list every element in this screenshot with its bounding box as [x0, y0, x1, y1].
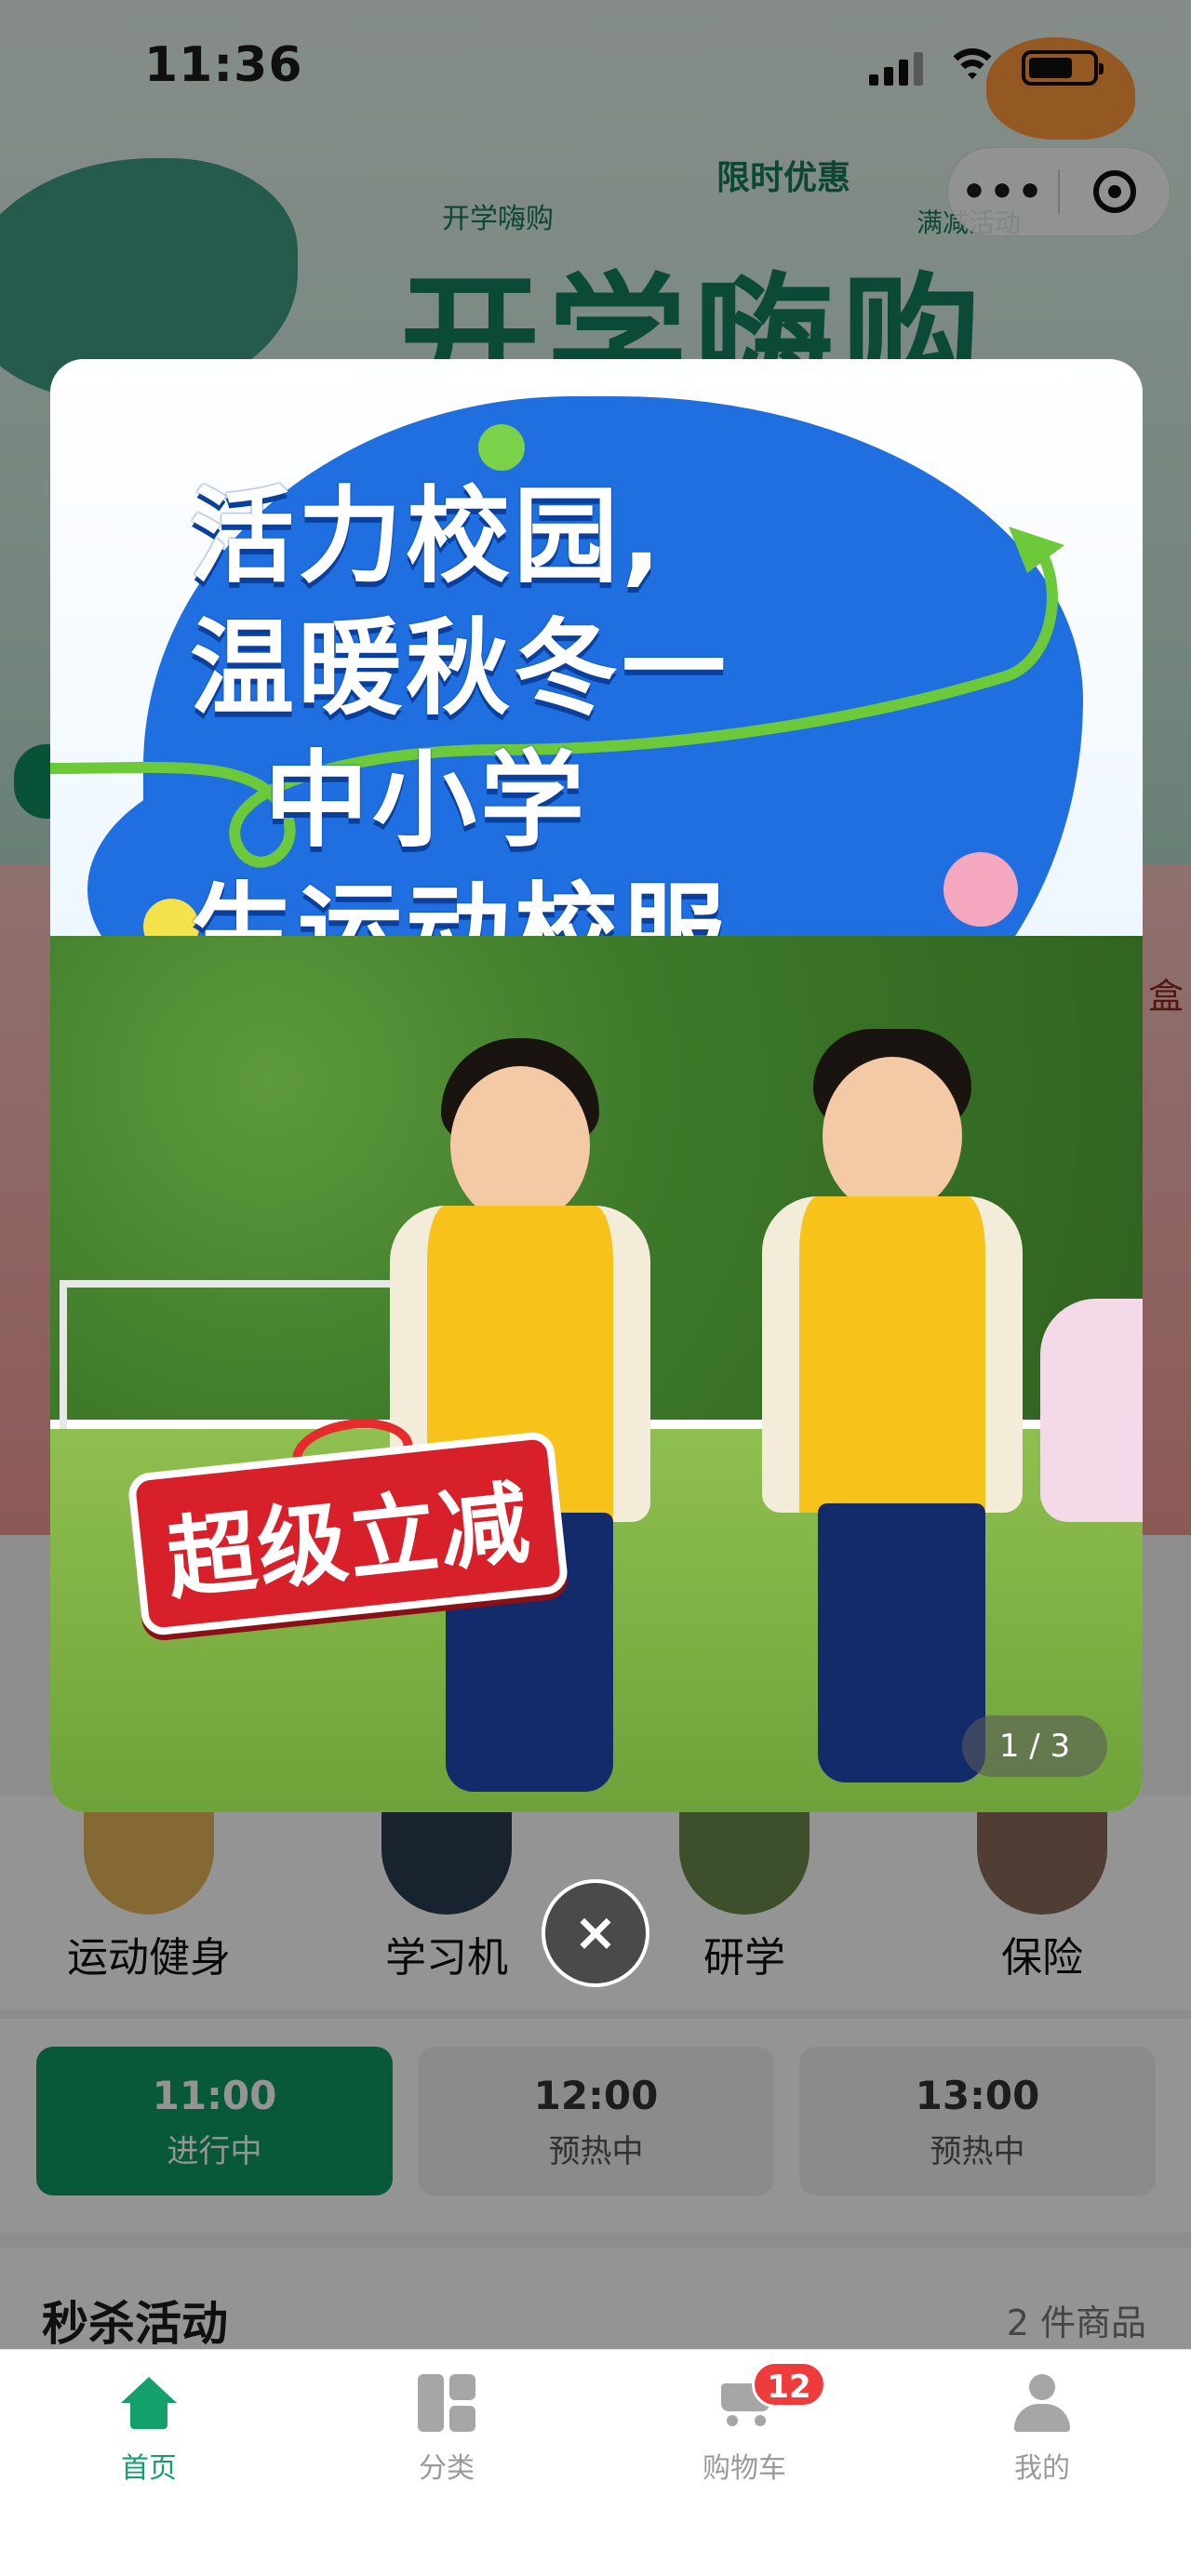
- bottom-tab-bar: 首页 分类 12 购物车 我的: [0, 2349, 1191, 2576]
- chair-decoration: [1040, 1299, 1143, 1522]
- close-popup-button[interactable]: ×: [542, 1879, 649, 1987]
- headline-line: 温暖秋冬一: [190, 608, 729, 729]
- promo-popup[interactable]: 活力校园, 温暖秋冬一 中小学 生运动校服 超级立减 1 / 3: [50, 359, 1143, 1812]
- tab-label: 分类: [419, 2452, 475, 2485]
- tab-home[interactable]: 首页: [56, 2367, 242, 2486]
- tab-profile[interactable]: 我的: [949, 2367, 1135, 2486]
- headline-line: 活力校园,: [190, 476, 665, 597]
- flower-decoration: [478, 424, 525, 471]
- tab-category[interactable]: 分类: [354, 2367, 540, 2486]
- tab-label: 首页: [121, 2452, 177, 2485]
- headline-line: 中小学: [264, 741, 588, 861]
- home-icon: [121, 2377, 177, 2429]
- carousel-page-indicator: 1 / 3: [962, 1715, 1107, 1777]
- tab-label: 我的: [1014, 2452, 1070, 2485]
- close-icon: ×: [573, 1902, 618, 1963]
- cart-count-badge: 12: [752, 2361, 826, 2408]
- popup-headline: 活力校园, 温暖秋冬一 中小学 生运动校服: [190, 471, 1027, 999]
- tab-cart[interactable]: 12 购物车: [651, 2361, 837, 2486]
- category-icon: [418, 2374, 475, 2432]
- profile-icon: [1014, 2374, 1070, 2432]
- tab-label: 购物车: [703, 2452, 786, 2485]
